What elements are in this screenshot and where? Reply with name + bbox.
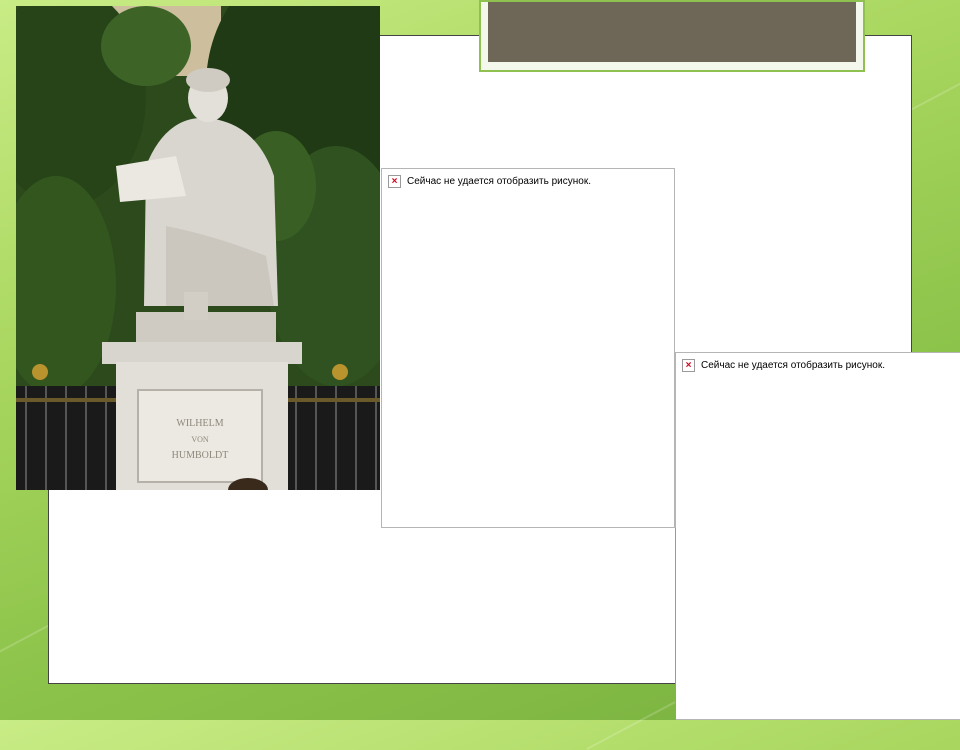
statue-photo[interactable]: WILHELM VON HUMBOLDT xyxy=(16,6,380,490)
statue-photo-graphic: WILHELM VON HUMBOLDT xyxy=(16,6,380,490)
title-bar xyxy=(488,2,856,62)
placeholder-message: × Сейчас не удается отобразить рисунок. xyxy=(682,359,885,372)
inscription-line: VON xyxy=(191,435,209,444)
image-placeholder-2[interactable]: × Сейчас не удается отобразить рисунок. xyxy=(675,352,960,720)
image-placeholder-1[interactable]: × Сейчас не удается отобразить рисунок. xyxy=(381,168,675,528)
placeholder-message: × Сейчас не удается отобразить рисунок. xyxy=(388,175,591,188)
title-placeholder-frame[interactable] xyxy=(479,0,865,72)
inscription-line: HUMBOLDT xyxy=(172,450,229,461)
broken-image-x-icon: × xyxy=(388,175,401,188)
inscription-line: WILHELM xyxy=(176,418,223,429)
placeholder-text: Сейчас не удается отобразить рисунок. xyxy=(407,176,591,187)
divider-line xyxy=(675,528,676,720)
broken-image-x-icon: × xyxy=(682,359,695,372)
placeholder-text: Сейчас не удается отобразить рисунок. xyxy=(701,360,885,371)
